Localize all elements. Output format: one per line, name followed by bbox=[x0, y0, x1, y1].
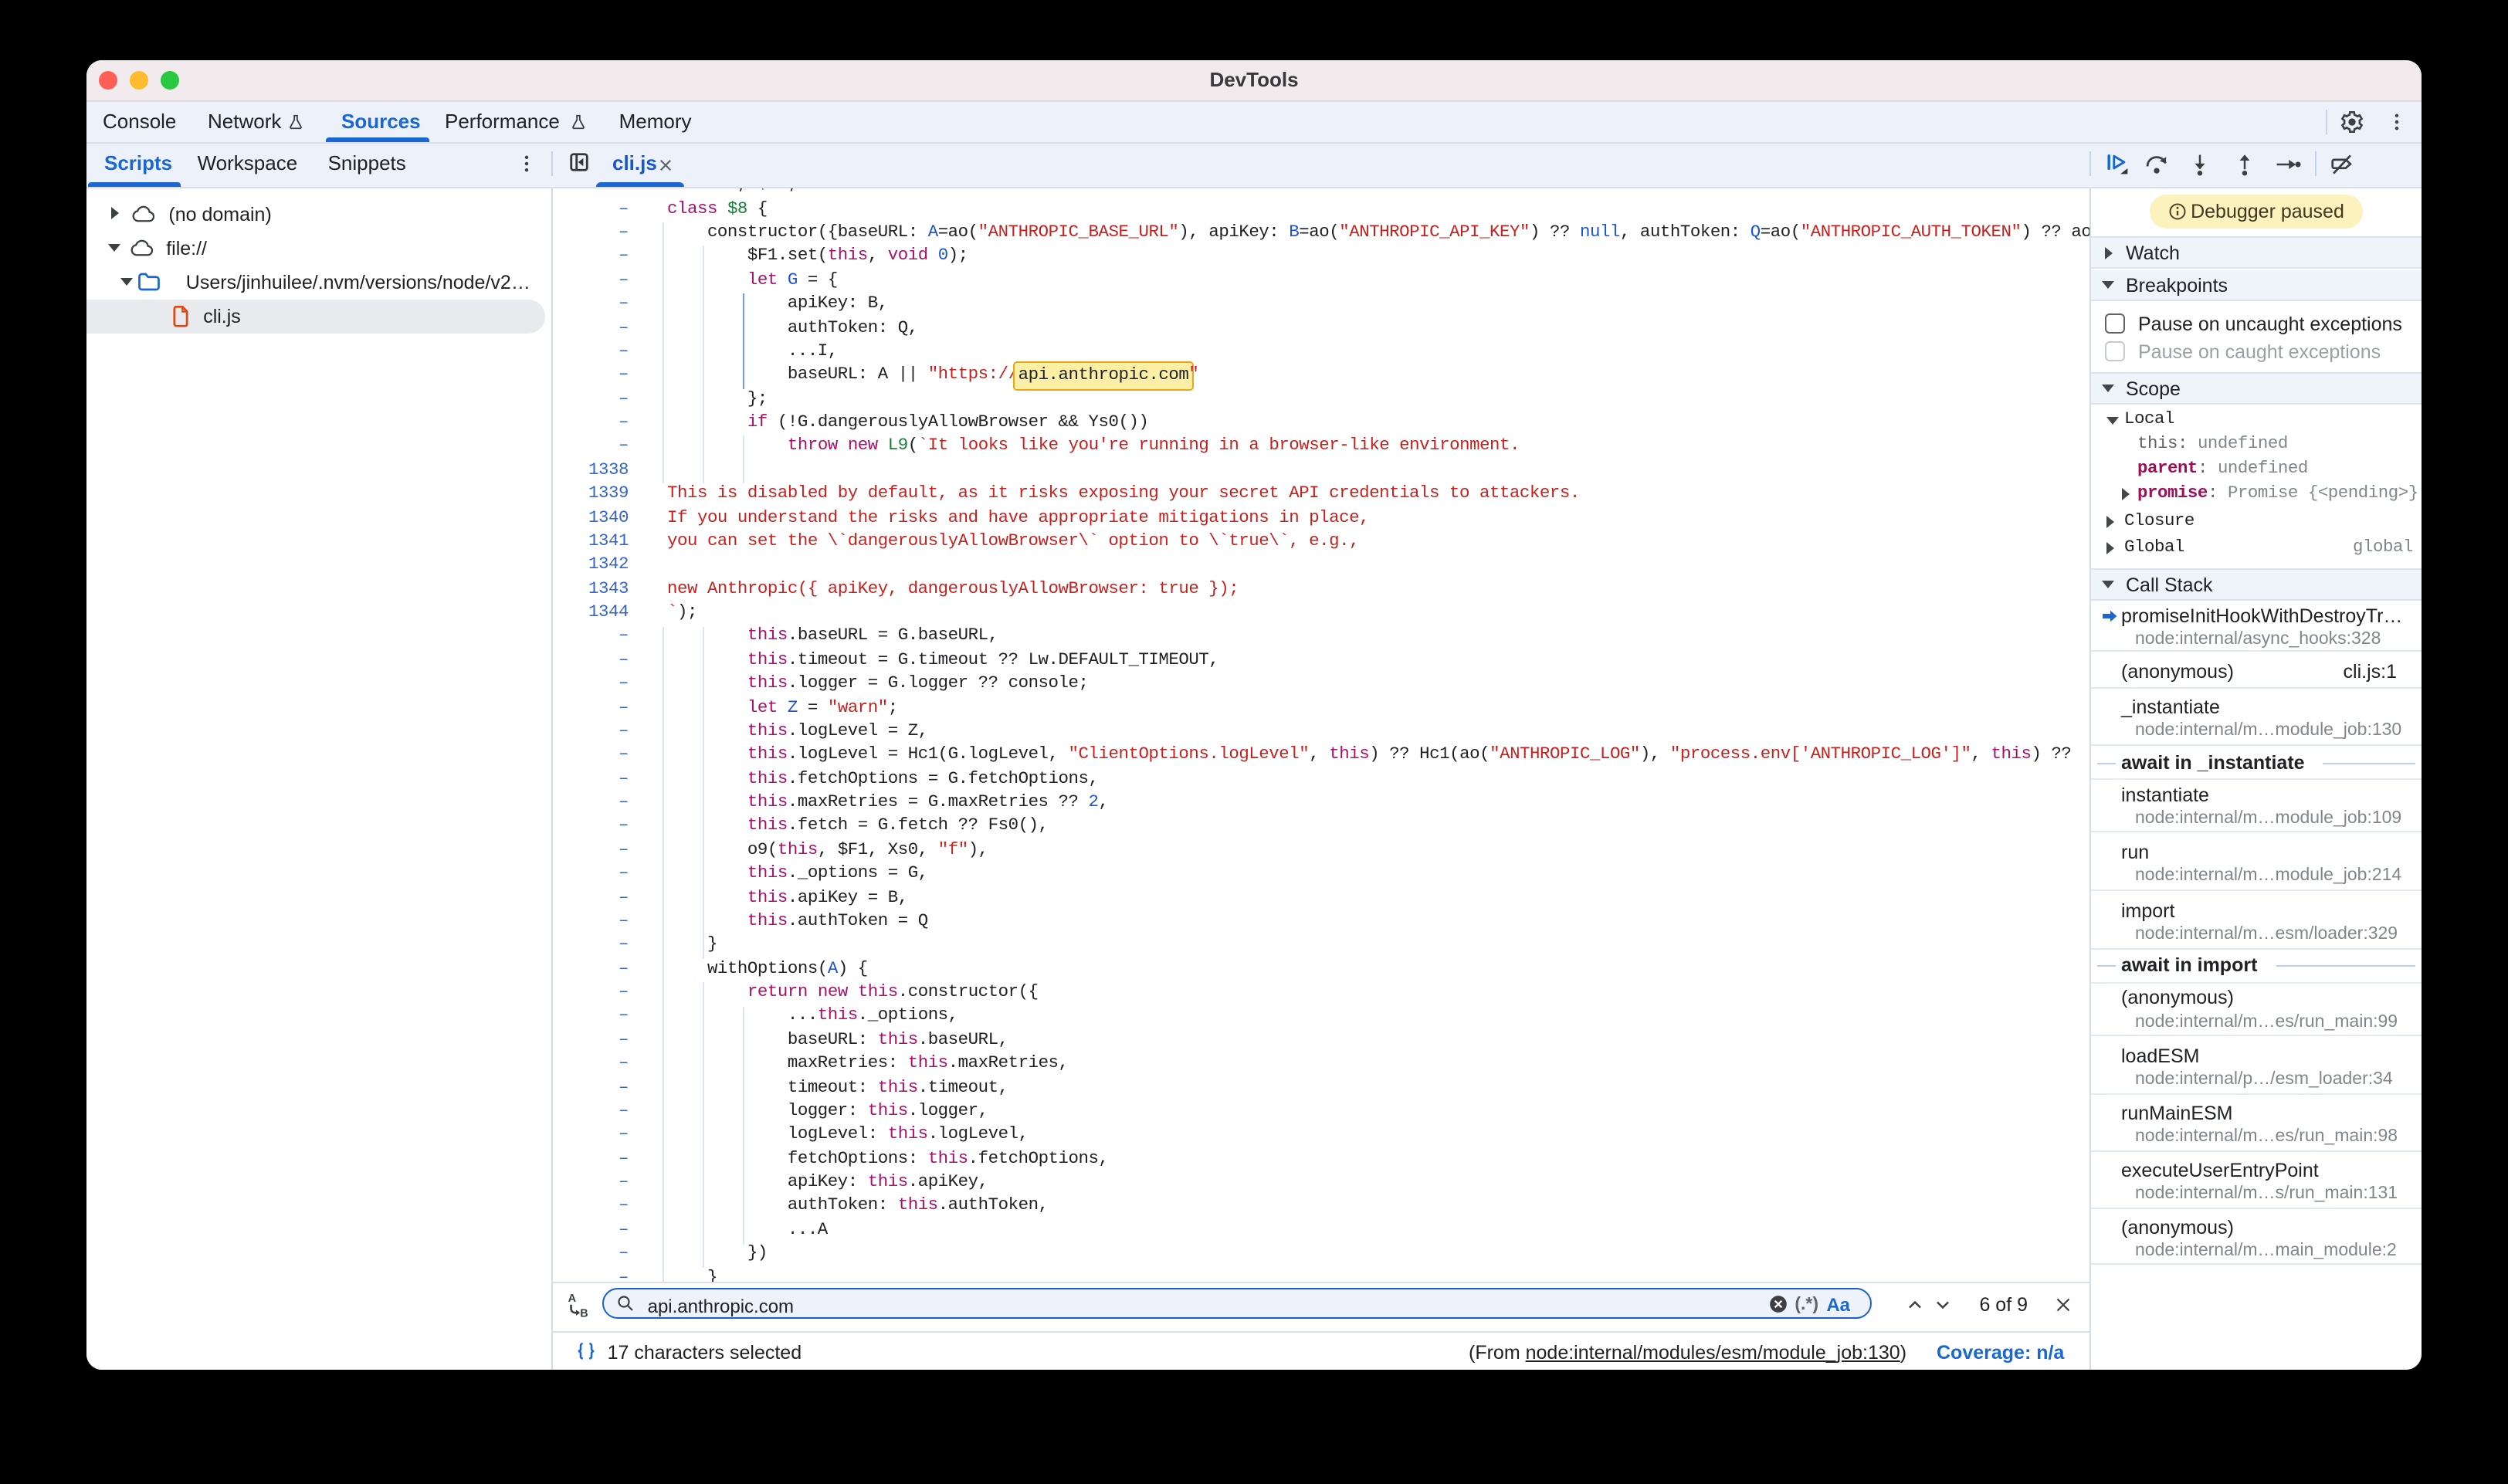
svg-text:A: A bbox=[568, 1293, 576, 1306]
svg-text:B: B bbox=[580, 1308, 588, 1320]
